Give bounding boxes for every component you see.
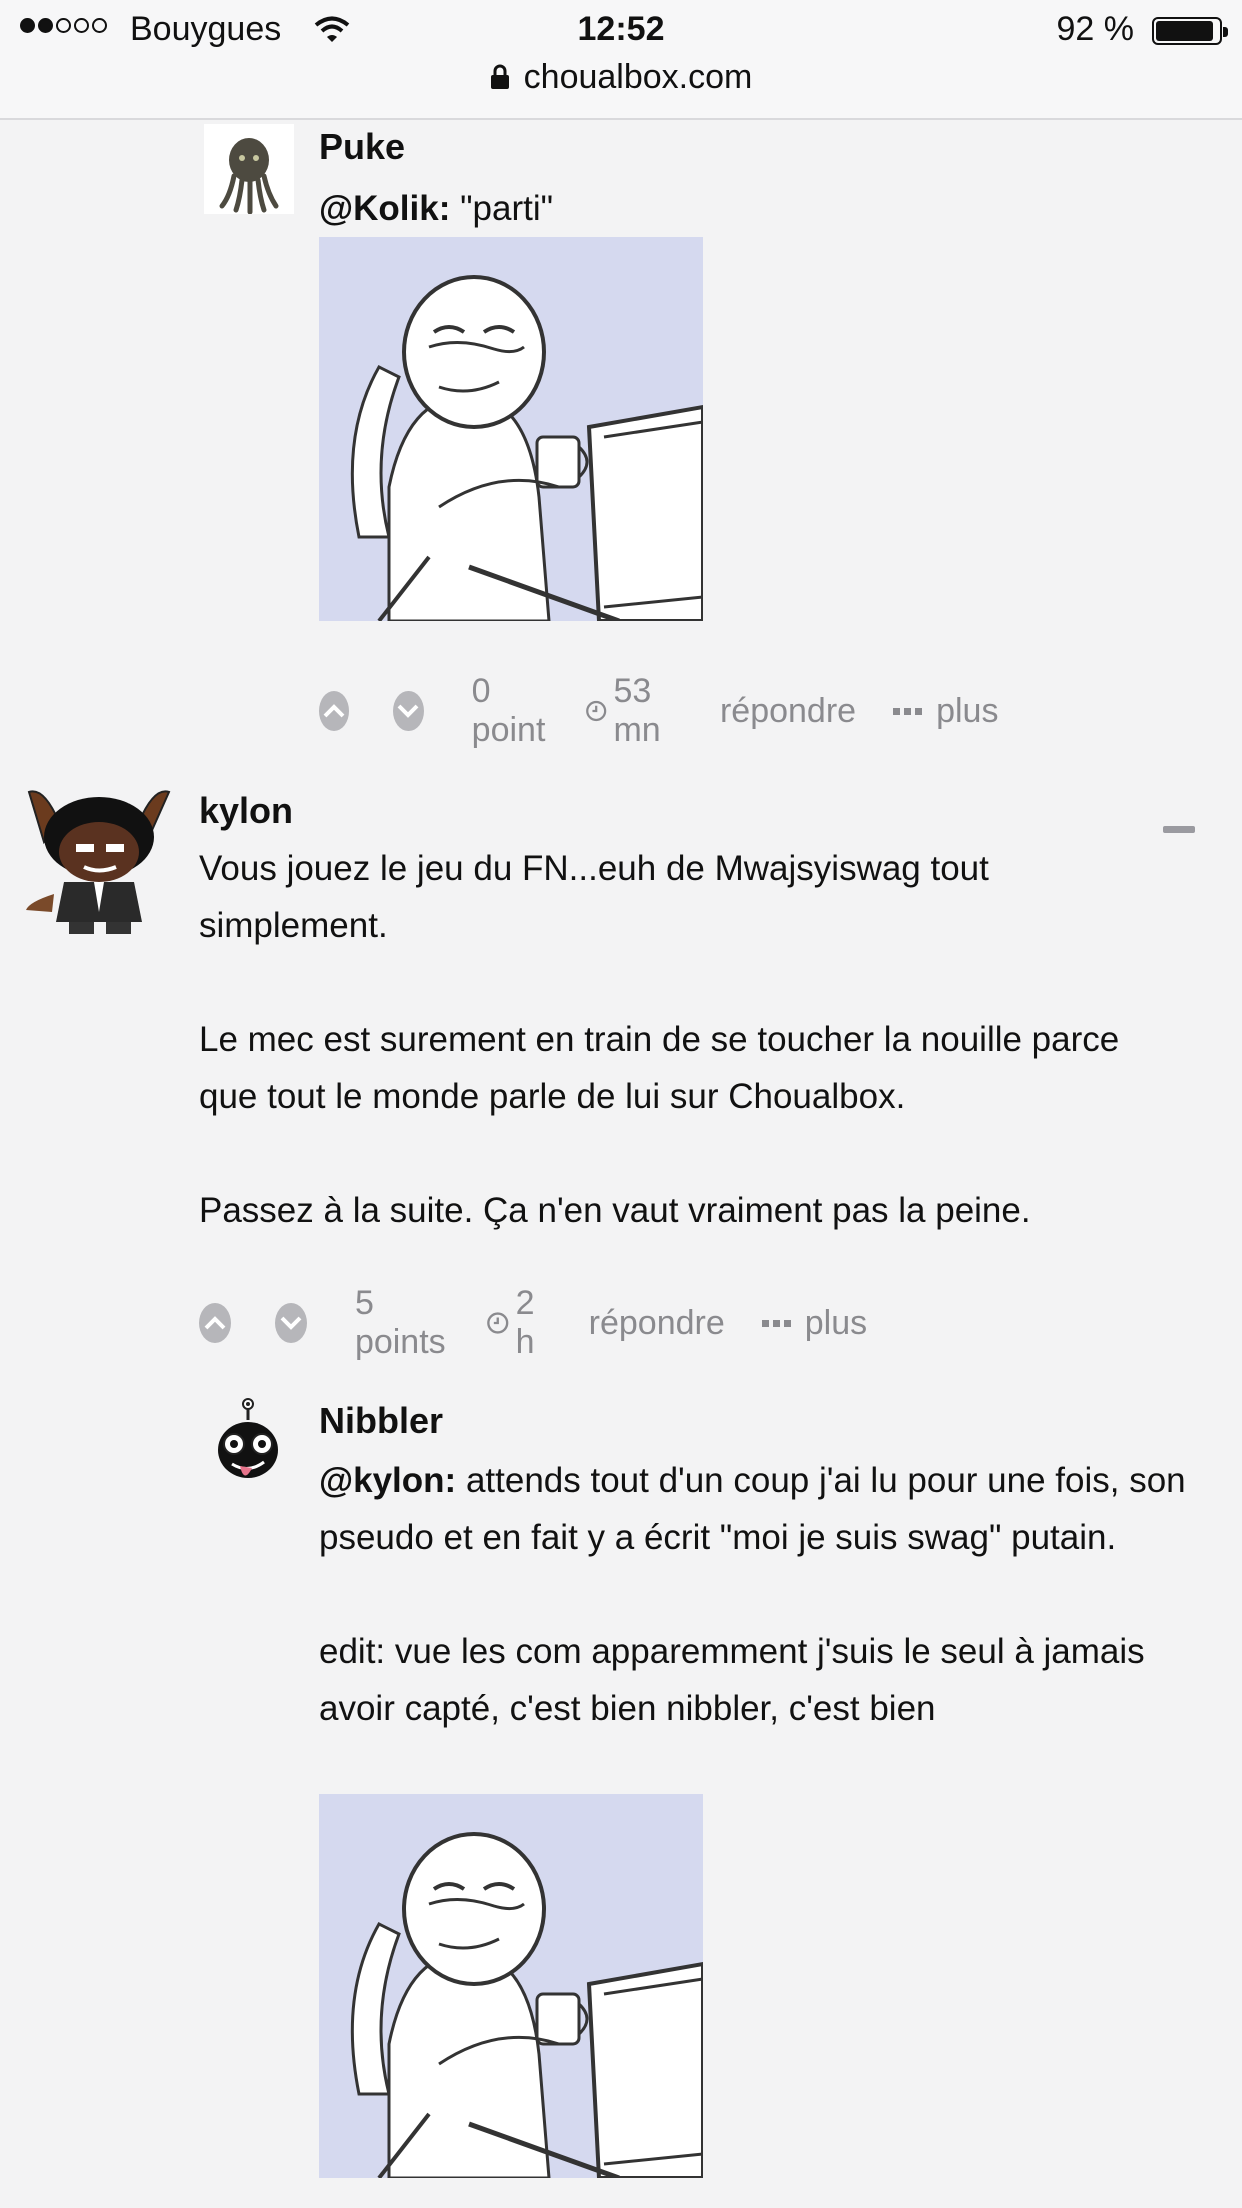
comment-body: @Kolik: "parti" (319, 180, 1199, 237)
avatar-nibbler[interactable] (210, 1398, 288, 1488)
points-count: 0 point (471, 672, 546, 749)
address-bar[interactable]: choualbox.com (0, 58, 1242, 99)
comment-actions: 0 point 53 mn répondre plus (319, 672, 1034, 750)
points-count: 5 points (354, 1284, 446, 1361)
more-button[interactable]: plus (892, 692, 998, 731)
downvote-icon[interactable] (274, 1303, 307, 1343)
upvote-icon[interactable] (199, 1303, 231, 1343)
comment-age-text: 2 h (515, 1284, 535, 1361)
comment-edit-text: edit: vue les com apparemment j'suis le … (319, 1632, 1145, 1728)
comment-author[interactable]: Puke (319, 126, 405, 168)
comment-age: 2 h (486, 1284, 553, 1362)
status-bar: Bouygues 12:52 92 % (0, 0, 1242, 60)
url-domain: choualbox.com (523, 58, 753, 96)
comment-age: 53 mn (585, 672, 684, 750)
browser-top-bar: Bouygues 12:52 92 % choualbox.com (0, 0, 1242, 120)
avatar-puke[interactable] (204, 124, 294, 215)
comment-actions: 5 points 2 h répondre plus (199, 1284, 903, 1362)
more-dots-icon (761, 1320, 791, 1327)
comment-text: "parti" (460, 189, 554, 228)
more-dots-icon (893, 708, 923, 715)
comment-paragraph: Vous jouez le jeu du FN...euh de Mwajsyi… (199, 849, 989, 945)
clock-icon (487, 1312, 509, 1334)
reply-button[interactable]: répondre (589, 1304, 725, 1343)
mention-link[interactable]: @kylon: (319, 1461, 456, 1500)
reply-button[interactable]: répondre (720, 692, 856, 731)
meme-image[interactable] (319, 237, 705, 624)
battery-icon (1152, 17, 1228, 45)
avatar-kylon[interactable] (24, 782, 174, 937)
comment-author[interactable]: kylon (199, 790, 293, 832)
battery-percent: 92 % (1056, 10, 1135, 48)
comment-age-text: 53 mn (613, 672, 661, 749)
mention-link[interactable]: @Kolik: (319, 189, 450, 228)
comment-body: Vous jouez le jeu du FN...euh de Mwajsyi… (199, 840, 1129, 1239)
comment-paragraph: Le mec est surement en train de se touch… (199, 1020, 1120, 1116)
more-button[interactable]: plus (761, 1304, 867, 1343)
upvote-icon[interactable] (319, 691, 350, 731)
lock-icon (490, 60, 510, 99)
comment-paragraph: Passez à la suite. Ça n'en vaut vraiment… (199, 1191, 1031, 1230)
clock-icon (586, 700, 607, 722)
downvote-icon[interactable] (393, 691, 424, 731)
more-label: plus (936, 691, 999, 730)
more-label: plus (804, 1303, 868, 1342)
meme-image[interactable] (319, 1794, 705, 2181)
comment-author[interactable]: Nibbler (319, 1400, 443, 1442)
collapse-icon[interactable] (1163, 826, 1195, 833)
comment-body: @kylon: attends tout d'un coup j'ai lu p… (319, 1452, 1219, 1737)
